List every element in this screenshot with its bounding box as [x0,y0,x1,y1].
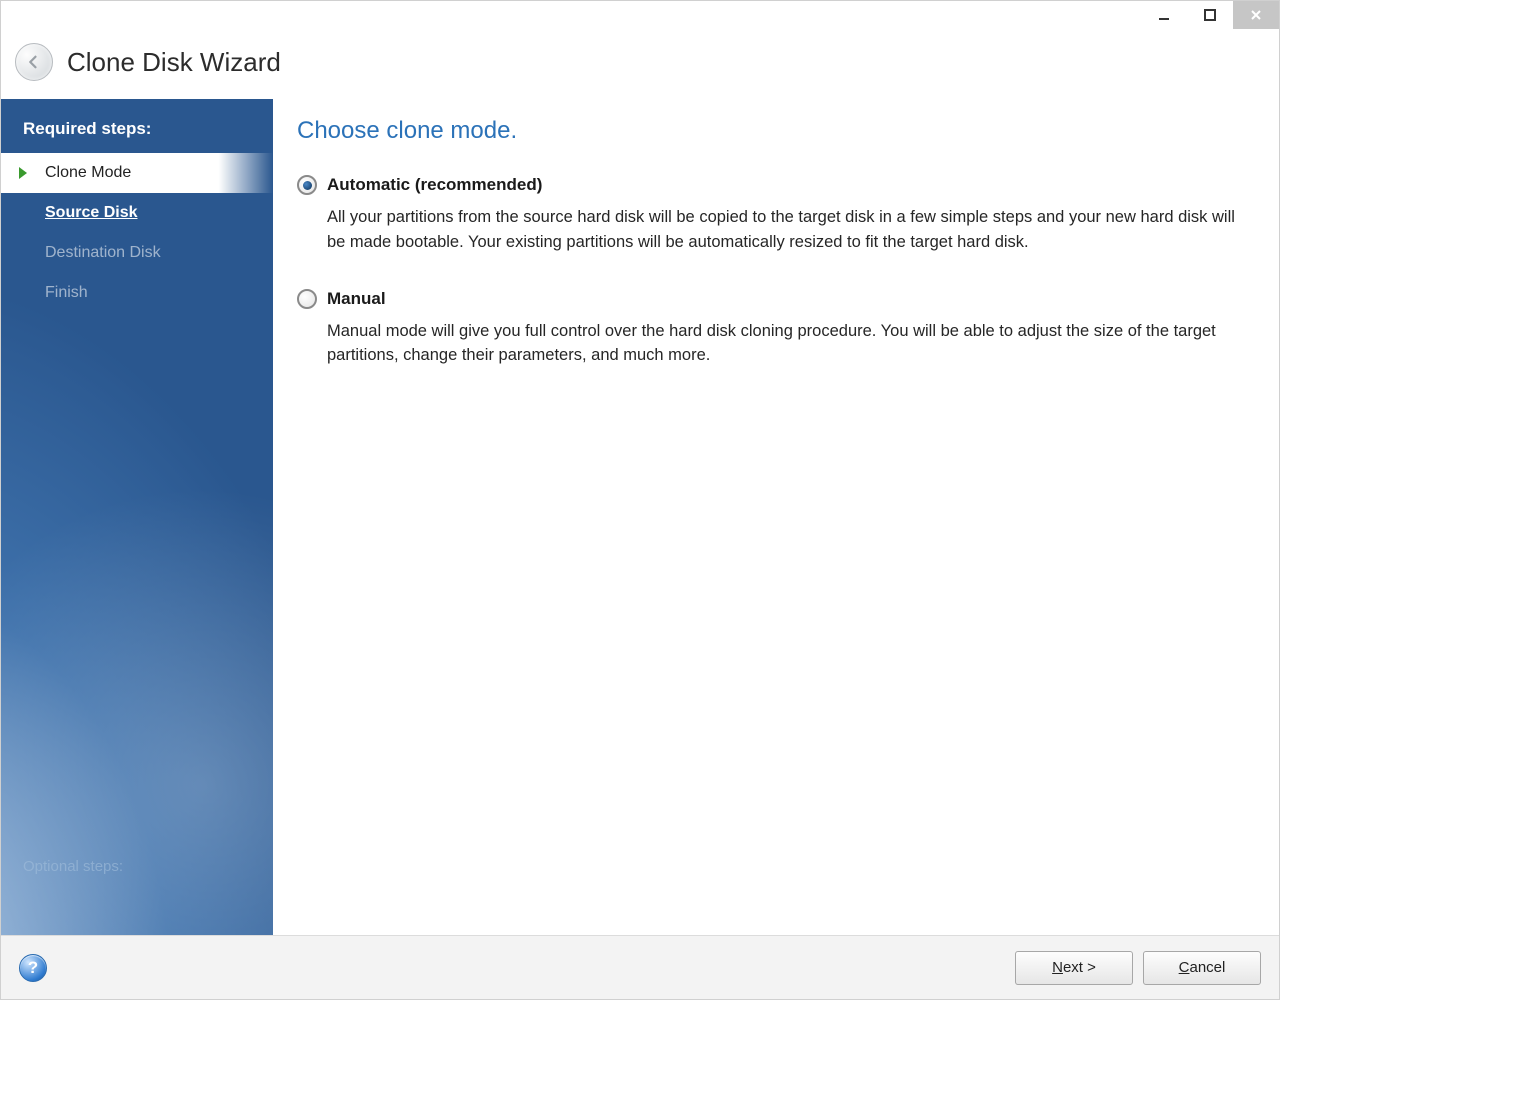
titlebar [1,1,1279,33]
next-rest: ext > [1063,959,1096,976]
option-description: Manual mode will give you full control o… [327,319,1249,369]
body: Required steps: Clone Mode Source Disk D… [1,99,1279,935]
radio-manual[interactable] [297,289,317,309]
step-label: Clone Mode [45,164,131,181]
step-source-disk[interactable]: Source Disk [1,193,273,233]
header: Clone Disk Wizard [1,33,1279,99]
step-label: Finish [45,284,88,301]
option-description: All your partitions from the source hard… [327,205,1249,255]
help-icon[interactable]: ? [19,954,47,982]
step-finish: Finish [1,273,273,313]
option-manual[interactable]: Manual Manual mode will give you full co… [297,289,1249,369]
option-head: Automatic (recommended) [297,175,1249,195]
option-head: Manual [297,289,1249,309]
step-clone-mode[interactable]: Clone Mode [1,153,273,193]
cancel-accel: C [1179,959,1190,976]
option-automatic[interactable]: Automatic (recommended) All your partiti… [297,175,1249,255]
maximize-button[interactable] [1187,1,1233,29]
cancel-rest: ancel [1189,959,1225,976]
option-label: Manual [327,289,386,309]
option-label: Automatic (recommended) [327,175,542,195]
minimize-button[interactable] [1141,1,1187,29]
wizard-title: Clone Disk Wizard [67,47,281,78]
sidebar-heading: Required steps: [1,99,273,153]
next-button[interactable]: Next > [1015,951,1133,985]
step-label: Destination Disk [45,244,161,261]
close-button[interactable] [1233,1,1279,29]
window-controls [1141,1,1279,29]
page-title: Choose clone mode. [297,117,1249,145]
back-button[interactable] [15,43,53,81]
next-accel: N [1052,959,1063,976]
radio-automatic[interactable] [297,175,317,195]
footer: ? Next > Cancel [1,935,1279,999]
step-destination-disk: Destination Disk [1,233,273,273]
sidebar-optional-heading: Optional steps: [1,858,273,935]
wizard-window: Clone Disk Wizard Required steps: Clone … [0,0,1280,1000]
cancel-button[interactable]: Cancel [1143,951,1261,985]
sidebar: Required steps: Clone Mode Source Disk D… [1,99,273,935]
step-label: Source Disk [45,204,137,221]
main-content: Choose clone mode. Automatic (recommende… [273,99,1279,935]
